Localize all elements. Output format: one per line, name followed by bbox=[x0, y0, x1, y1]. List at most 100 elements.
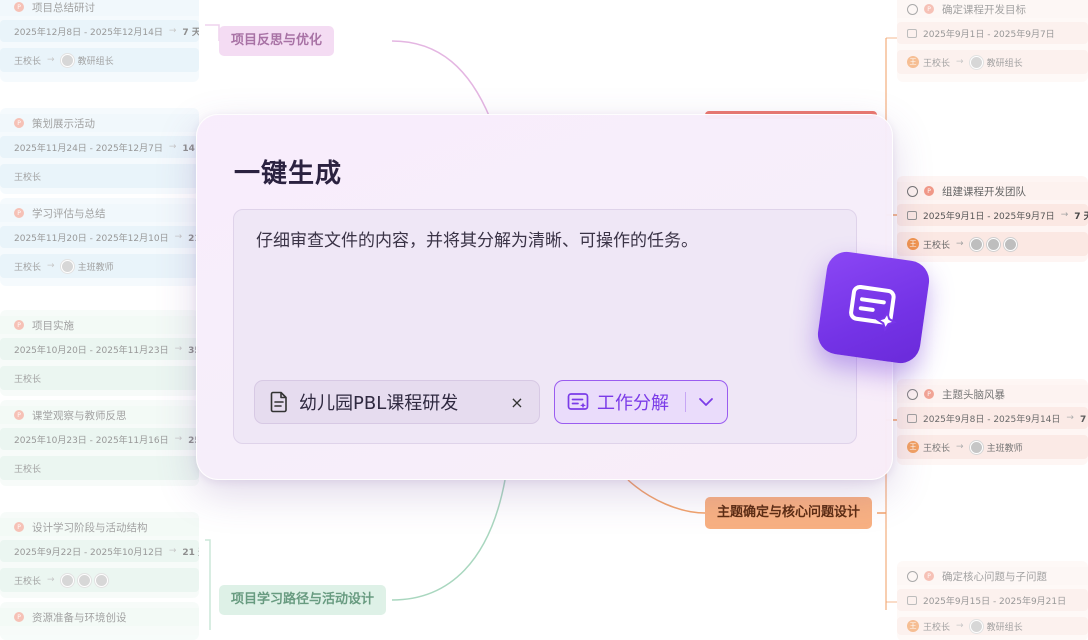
task-owner-row: 王校长 → 教研组长 bbox=[0, 48, 199, 72]
task-owner-row: 王王校长 → bbox=[897, 232, 1088, 256]
priority-icon: P bbox=[14, 522, 24, 532]
task-title: 项目实施 bbox=[32, 319, 74, 332]
ai-generate-badge bbox=[815, 249, 932, 366]
owner-badge-icon: 王 bbox=[907, 441, 919, 453]
task-card[interactable]: P 项目总结研讨 2025年12月8日 - 2025年12月14日 → 7 天 王校长… bbox=[0, 0, 199, 82]
arrow-icon: → bbox=[1066, 413, 1074, 423]
task-assignee: 教研组长 bbox=[77, 56, 114, 67]
task-dates: 2025年9月15日 - 2025年9月21日 bbox=[923, 596, 1067, 607]
avatar bbox=[1003, 237, 1017, 251]
prompt-input[interactable]: 仔细审查文件的内容，并将其分解为清晰、可操作的任务。 幼儿园PBL课程研发 × … bbox=[233, 209, 857, 444]
task-list-icon bbox=[567, 393, 589, 410]
priority-icon: P bbox=[14, 208, 24, 218]
task-assignee: 主班教师 bbox=[77, 262, 114, 273]
task-owner: 王校长 bbox=[14, 374, 42, 385]
task-dates: 2025年9月1日 - 2025年9月7日 bbox=[923, 29, 1055, 40]
avatar bbox=[986, 237, 1000, 251]
priority-icon: P bbox=[14, 118, 24, 128]
task-assignee: 教研组长 bbox=[986, 58, 1023, 69]
task-owner: 王校长 bbox=[923, 622, 951, 633]
task-title-row: P 项目总结研讨 bbox=[0, 0, 199, 16]
task-owner: 王校长 bbox=[14, 172, 42, 183]
arrow-icon: → bbox=[168, 546, 177, 556]
arrow-icon: → bbox=[956, 442, 964, 452]
task-owner: 王校长 bbox=[14, 576, 42, 587]
task-dates: 2025年10月20日 - 2025年11月23日 bbox=[14, 345, 169, 356]
avatar bbox=[969, 619, 983, 633]
task-title: 策划展示活动 bbox=[32, 117, 95, 130]
arrow-icon: → bbox=[174, 344, 183, 354]
task-date-row: 2025年10月20日 - 2025年11月23日→35 天 bbox=[0, 338, 199, 360]
branch-theme-design[interactable]: 主题确定与核心问题设计 bbox=[705, 497, 873, 529]
arrow-icon: → bbox=[47, 575, 55, 585]
priority-icon: P bbox=[14, 320, 24, 330]
task-date-row: 2025年9月15日 - 2025年9月21日 bbox=[897, 589, 1088, 611]
priority-icon: P bbox=[924, 4, 934, 14]
priority-icon: P bbox=[924, 186, 934, 196]
priority-icon: P bbox=[924, 389, 934, 399]
task-card[interactable]: P 确定课程开发目标 2025年9月1日 - 2025年9月7日 王王校长 → 教研组… bbox=[897, 0, 1088, 82]
task-owner: 王校长 bbox=[14, 56, 42, 67]
calendar-icon bbox=[907, 28, 917, 38]
attached-file-chip[interactable]: 幼儿园PBL课程研发 × bbox=[254, 380, 540, 424]
task-card[interactable]: P学习评估与总结 2025年11月20日 - 2025年12月10日→21 天 … bbox=[0, 198, 199, 286]
task-card[interactable]: P 确定核心问题与子问题 2025年9月15日 - 2025年9月21日 王王校长… bbox=[897, 561, 1088, 640]
ai-sparkle-document-icon bbox=[848, 284, 897, 332]
task-owner-row: 王王校长 → 主班教师 bbox=[897, 435, 1088, 459]
arrow-icon: → bbox=[956, 57, 964, 67]
task-card[interactable]: P项目实施 2025年10月20日 - 2025年11月23日→35 天 王校长 bbox=[0, 310, 199, 396]
avatar bbox=[60, 53, 74, 67]
avatar bbox=[969, 237, 983, 251]
task-card[interactable]: P课堂观察与教师反思 2025年10月23日 - 2025年11月16日→25 … bbox=[0, 400, 199, 486]
priority-icon: P bbox=[924, 571, 934, 581]
status-progress-icon bbox=[907, 570, 918, 582]
task-title: 主题头脑风暴 bbox=[942, 388, 1005, 401]
divider bbox=[685, 392, 686, 412]
priority-icon: P bbox=[14, 2, 24, 12]
dialog-title: 一键生成 bbox=[234, 159, 343, 189]
avatar bbox=[969, 440, 983, 454]
avatar bbox=[60, 573, 74, 587]
owner-badge-icon: 王 bbox=[907, 238, 919, 250]
task-card[interactable]: P 组建课程开发团队 2025年9月1日 - 2025年9月7日 → 7 天 王王校长… bbox=[897, 176, 1088, 262]
branch-learning-path[interactable]: 项目学习路径与活动设计 bbox=[219, 585, 387, 615]
task-dates: 2025年9月8日 - 2025年9月14日 bbox=[923, 414, 1061, 425]
status-progress-icon bbox=[907, 388, 918, 400]
task-date-row: 2025年11月24日 - 2025年12月7日→14 天 bbox=[0, 136, 199, 158]
close-icon[interactable]: × bbox=[507, 392, 527, 412]
calendar-icon bbox=[907, 595, 917, 605]
work-breakdown-mode-button[interactable]: 工作分解 bbox=[554, 380, 728, 424]
arrow-icon: → bbox=[174, 232, 183, 242]
task-title: 组建课程开发团队 bbox=[942, 185, 1026, 198]
task-date-row: 2025年11月20日 - 2025年12月10日→21 天 bbox=[0, 226, 199, 248]
priority-icon: P bbox=[14, 612, 24, 622]
priority-icon: P bbox=[14, 410, 24, 420]
arrow-icon: → bbox=[1060, 210, 1069, 220]
branch-reflection[interactable]: 项目反思与优化 bbox=[219, 26, 335, 56]
calendar-icon bbox=[907, 210, 917, 220]
task-assignee: 教研组长 bbox=[986, 622, 1023, 633]
task-title-row: P 确定核心问题与子问题 bbox=[897, 567, 1088, 585]
task-title-row: P 资源准备与环境创设 bbox=[0, 608, 199, 626]
task-card[interactable]: P 资源准备与环境创设 bbox=[0, 602, 199, 640]
task-card[interactable]: P 主题头脑风暴 2025年9月8日 - 2025年9月14日 → 7 天 王王校长 →… bbox=[897, 379, 1088, 465]
avatar bbox=[969, 55, 983, 69]
task-title: 确定课程开发目标 bbox=[942, 3, 1026, 16]
chevron-down-icon[interactable] bbox=[697, 394, 715, 410]
mode-label: 工作分解 bbox=[597, 393, 669, 414]
avatar bbox=[94, 573, 108, 587]
attached-file-name: 幼儿园PBL课程研发 bbox=[299, 393, 459, 414]
task-card[interactable]: P 设计学习阶段与活动结构 2025年9月22日 - 2025年10月12日 → 21… bbox=[0, 512, 199, 598]
arrow-icon: → bbox=[956, 621, 964, 631]
status-check-icon bbox=[907, 185, 918, 197]
task-owner-row: 王王校长 → 教研组长 bbox=[897, 50, 1088, 74]
document-icon bbox=[270, 391, 287, 413]
task-date-row: 2025年12月8日 - 2025年12月14日 → 7 天 bbox=[0, 20, 199, 42]
prompt-text[interactable]: 仔细审查文件的内容，并将其分解为清晰、可操作的任务。 bbox=[256, 226, 698, 251]
task-title-row: P 主题头脑风暴 bbox=[897, 385, 1088, 403]
task-card[interactable]: P 策划展示活动 2025年11月24日 - 2025年12月7日→14 天 王校… bbox=[0, 108, 199, 194]
task-owner: 王校长 bbox=[923, 58, 951, 69]
task-duration: 7 天 bbox=[182, 27, 199, 38]
task-dates: 2025年11月20日 - 2025年12月10日 bbox=[14, 233, 169, 244]
task-title: 学习评估与总结 bbox=[32, 207, 106, 220]
